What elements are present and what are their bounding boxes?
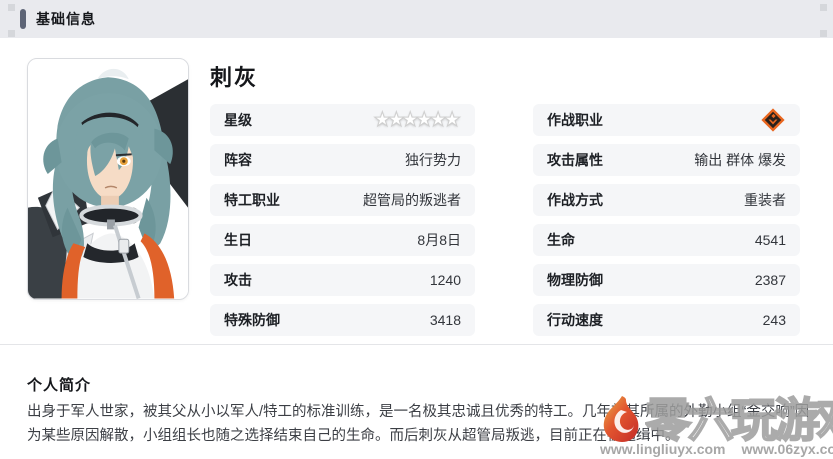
character-portrait-art xyxy=(28,59,188,299)
info-row-agent-class: 特工职业 超管局的叛逃者 xyxy=(210,184,475,216)
combat-class-diamond-icon xyxy=(760,107,786,133)
info-row-star-rating: 星级 ★ ★ ★ ★ ★ ★ xyxy=(210,104,475,136)
info-row-hp: 生命 4541 xyxy=(533,224,800,256)
info-row-faction: 阵容 独行势力 xyxy=(210,144,475,176)
watermark-dot xyxy=(820,30,827,37)
info-row-attack-attributes: 攻击属性 输出 群体 爆发 xyxy=(533,144,800,176)
info-row-birthday: 生日 8月8日 xyxy=(210,224,475,256)
profile-text: 出身于军人世家，被其父从小以军人/特工的标准训练，是一名极其忠诚且优秀的特工。几… xyxy=(27,400,813,448)
character-info-page: 基础信息 xyxy=(0,0,833,459)
info-row-speed: 行动速度 243 xyxy=(533,304,800,336)
profile-title: 个人简介 xyxy=(27,374,91,395)
star-icon: ★ xyxy=(443,110,461,130)
info-row-attack: 攻击 1240 xyxy=(210,264,475,296)
info-row-physical-defense: 物理防御 2387 xyxy=(533,264,800,296)
star-rating: ★ ★ ★ ★ ★ ★ xyxy=(377,110,461,130)
character-name: 刺灰 xyxy=(210,60,258,92)
section-header: 基础信息 xyxy=(0,0,833,38)
watermark-dot xyxy=(820,4,827,11)
character-portrait[interactable] xyxy=(27,58,189,300)
info-row-combat-style: 作战方式 重装者 xyxy=(533,184,800,216)
watermark-dot xyxy=(8,30,15,37)
section-accent-bar xyxy=(20,9,26,29)
info-row-special-defense: 特殊防御 3418 xyxy=(210,304,475,336)
section-divider xyxy=(0,344,833,345)
info-row-combat-class: 作战职业 xyxy=(533,104,800,136)
watermark-dot xyxy=(8,4,15,11)
section-title: 基础信息 xyxy=(36,0,96,38)
